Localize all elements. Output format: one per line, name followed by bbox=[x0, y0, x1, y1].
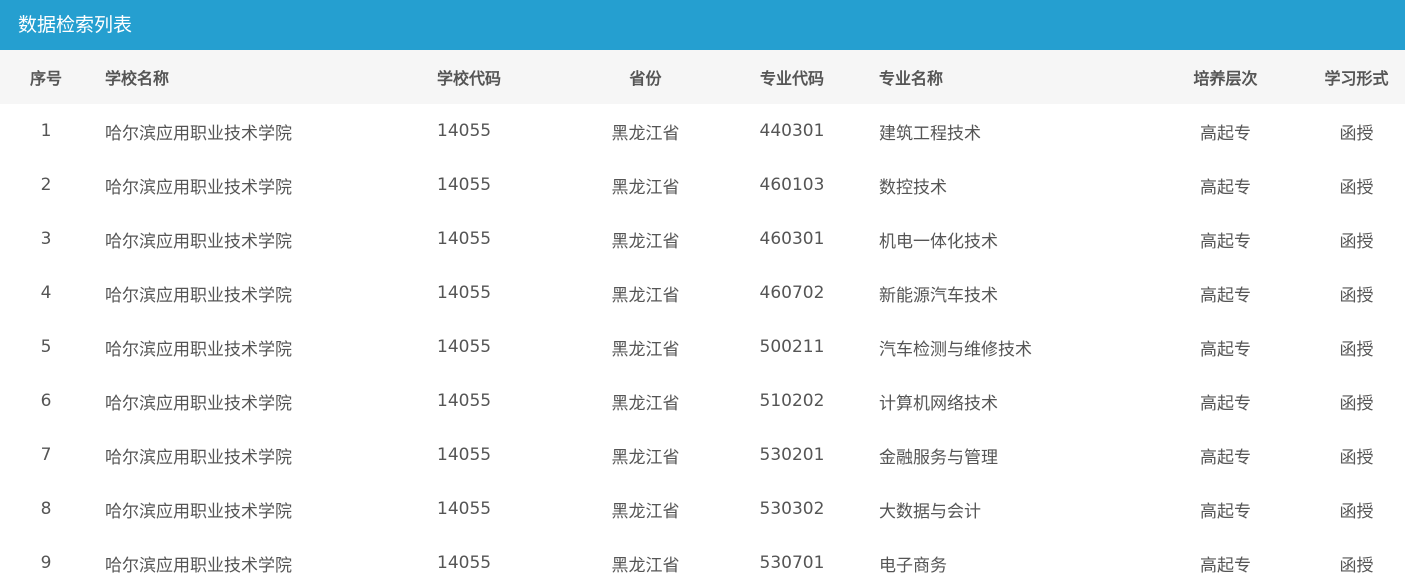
cell-province: 黑龙江省 bbox=[611, 177, 680, 198]
cell-school-name: 哈尔滨应用职业技术学院 bbox=[105, 339, 292, 360]
cell-major-code: 530701 bbox=[759, 553, 825, 573]
cell-index: 2 bbox=[40, 175, 52, 195]
column-header-school-code[interactable]: 学校代码 bbox=[413, 50, 573, 104]
cell-school-code: 14055 bbox=[437, 175, 492, 195]
cell-school-code: 14055 bbox=[437, 121, 492, 141]
cell-level: 高起专 bbox=[1200, 393, 1251, 414]
cell-study-form: 函授 bbox=[1339, 501, 1374, 522]
cell-level: 高起专 bbox=[1200, 447, 1251, 468]
cell-major-name: 计算机网络技术 bbox=[879, 393, 998, 414]
table-row[interactable]: 7 哈尔滨应用职业技术学院 14055 黑龙江省 530201 金融服务与管理 高起专 函授 bbox=[0, 428, 1405, 482]
column-header-level[interactable]: 培养层次 bbox=[1143, 50, 1308, 104]
cell-study-form: 函授 bbox=[1339, 285, 1374, 306]
cell-study-form: 函授 bbox=[1339, 231, 1374, 252]
table-header-row: 序号 学校名称 学校代码 省份 专业代码 专业名称 培养层次 学习形式 bbox=[0, 50, 1405, 104]
table-row[interactable]: 4 哈尔滨应用职业技术学院 14055 黑龙江省 460702 新能源汽车技术 高起专 函授 bbox=[0, 266, 1405, 320]
table-row[interactable]: 8 哈尔滨应用职业技术学院 14055 黑龙江省 530302 大数据与会计 高起专 函授 bbox=[0, 482, 1405, 536]
cell-major-code: 460702 bbox=[759, 283, 825, 303]
cell-index: 8 bbox=[40, 499, 52, 519]
table-row[interactable]: 2 哈尔滨应用职业技术学院 14055 黑龙江省 460103 数控技术 高起专 函授 bbox=[0, 158, 1405, 212]
cell-major-code: 530302 bbox=[759, 499, 825, 519]
cell-school-code: 14055 bbox=[437, 499, 492, 519]
panel-title: 数据检索列表 bbox=[0, 0, 1405, 50]
cell-major-code: 530201 bbox=[759, 445, 825, 465]
cell-major-code: 440301 bbox=[759, 121, 825, 141]
cell-index: 3 bbox=[40, 229, 52, 249]
cell-school-name: 哈尔滨应用职业技术学院 bbox=[105, 501, 292, 522]
cell-major-name: 金融服务与管理 bbox=[879, 447, 998, 468]
cell-major-name: 数控技术 bbox=[879, 177, 947, 198]
table-row[interactable]: 5 哈尔滨应用职业技术学院 14055 黑龙江省 500211 汽车检测与维修技术 高起专 函… bbox=[0, 320, 1405, 374]
cell-index: 6 bbox=[40, 391, 52, 411]
cell-study-form: 函授 bbox=[1339, 339, 1374, 360]
table-row[interactable]: 3 哈尔滨应用职业技术学院 14055 黑龙江省 460301 机电一体化技术 高起专 函授 bbox=[0, 212, 1405, 266]
cell-school-name: 哈尔滨应用职业技术学院 bbox=[105, 285, 292, 306]
cell-major-code: 460301 bbox=[759, 229, 825, 249]
cell-province: 黑龙江省 bbox=[611, 393, 680, 414]
cell-index: 9 bbox=[40, 553, 52, 573]
cell-study-form: 函授 bbox=[1339, 555, 1374, 576]
cell-index: 4 bbox=[40, 283, 52, 303]
column-header-study-form[interactable]: 学习形式 bbox=[1308, 50, 1405, 104]
cell-major-name: 汽车检测与维修技术 bbox=[879, 339, 1032, 360]
data-table: 序号 学校名称 学校代码 省份 专业代码 专业名称 培养层次 学习形式 1 哈尔滨… bbox=[0, 50, 1405, 581]
cell-school-name: 哈尔滨应用职业技术学院 bbox=[105, 393, 292, 414]
cell-major-name: 电子商务 bbox=[879, 555, 947, 576]
table-body: 1 哈尔滨应用职业技术学院 14055 黑龙江省 440301 建筑工程技术 高起专 函授 2 哈… bbox=[0, 104, 1405, 581]
table-row[interactable]: 9 哈尔滨应用职业技术学院 14055 黑龙江省 530701 电子商务 高起专 函授 bbox=[0, 536, 1405, 581]
cell-school-name: 哈尔滨应用职业技术学院 bbox=[105, 555, 292, 576]
column-header-school-name[interactable]: 学校名称 bbox=[92, 50, 413, 104]
table-row[interactable]: 1 哈尔滨应用职业技术学院 14055 黑龙江省 440301 建筑工程技术 高起专 函授 bbox=[0, 104, 1405, 158]
data-search-panel: 数据检索列表 序号 学校名称 学校代码 省份 专业代码 专业名称 培养层次 学习… bbox=[0, 0, 1405, 581]
cell-index: 5 bbox=[40, 337, 52, 357]
cell-major-code: 510202 bbox=[759, 391, 825, 411]
cell-school-code: 14055 bbox=[437, 553, 492, 573]
cell-province: 黑龙江省 bbox=[611, 555, 680, 576]
cell-major-name: 新能源汽车技术 bbox=[879, 285, 998, 306]
cell-major-code: 460103 bbox=[759, 175, 825, 195]
cell-study-form: 函授 bbox=[1339, 177, 1374, 198]
column-header-province[interactable]: 省份 bbox=[573, 50, 718, 104]
cell-province: 黑龙江省 bbox=[611, 501, 680, 522]
cell-level: 高起专 bbox=[1200, 555, 1251, 576]
cell-major-name: 建筑工程技术 bbox=[879, 123, 981, 144]
cell-level: 高起专 bbox=[1200, 339, 1251, 360]
cell-major-name: 大数据与会计 bbox=[879, 501, 981, 522]
cell-index: 7 bbox=[40, 445, 52, 465]
cell-level: 高起专 bbox=[1200, 123, 1251, 144]
cell-level: 高起专 bbox=[1200, 285, 1251, 306]
column-header-index[interactable]: 序号 bbox=[0, 50, 92, 104]
cell-school-code: 14055 bbox=[437, 391, 492, 411]
column-header-major-name[interactable]: 专业名称 bbox=[866, 50, 1143, 104]
cell-major-code: 500211 bbox=[759, 337, 825, 357]
cell-study-form: 函授 bbox=[1339, 123, 1374, 144]
cell-level: 高起专 bbox=[1200, 177, 1251, 198]
cell-level: 高起专 bbox=[1200, 231, 1251, 252]
cell-school-name: 哈尔滨应用职业技术学院 bbox=[105, 447, 292, 468]
cell-school-code: 14055 bbox=[437, 337, 492, 357]
cell-province: 黑龙江省 bbox=[611, 123, 680, 144]
cell-province: 黑龙江省 bbox=[611, 285, 680, 306]
cell-school-code: 14055 bbox=[437, 229, 492, 249]
cell-school-name: 哈尔滨应用职业技术学院 bbox=[105, 231, 292, 252]
cell-province: 黑龙江省 bbox=[611, 231, 680, 252]
cell-school-code: 14055 bbox=[437, 283, 492, 303]
cell-school-name: 哈尔滨应用职业技术学院 bbox=[105, 177, 292, 198]
cell-school-name: 哈尔滨应用职业技术学院 bbox=[105, 123, 292, 144]
table-row[interactable]: 6 哈尔滨应用职业技术学院 14055 黑龙江省 510202 计算机网络技术 高起专 函授 bbox=[0, 374, 1405, 428]
cell-study-form: 函授 bbox=[1339, 393, 1374, 414]
cell-province: 黑龙江省 bbox=[611, 339, 680, 360]
cell-index: 1 bbox=[40, 121, 52, 141]
cell-study-form: 函授 bbox=[1339, 447, 1374, 468]
cell-school-code: 14055 bbox=[437, 445, 492, 465]
column-header-major-code[interactable]: 专业代码 bbox=[718, 50, 866, 104]
cell-level: 高起专 bbox=[1200, 501, 1251, 522]
cell-major-name: 机电一体化技术 bbox=[879, 231, 998, 252]
cell-province: 黑龙江省 bbox=[611, 447, 680, 468]
